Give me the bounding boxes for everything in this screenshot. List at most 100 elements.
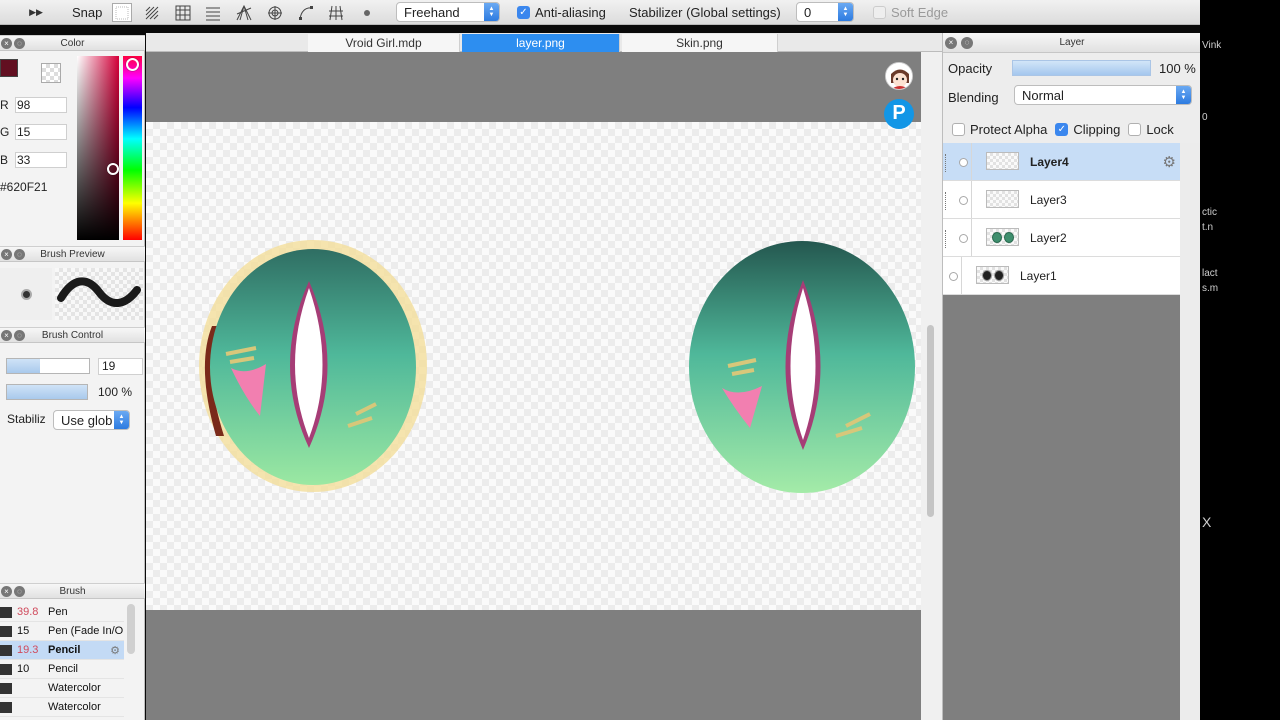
hue-slider-handle[interactable]	[126, 58, 139, 71]
red-label: R	[0, 98, 9, 112]
tab-vroid-girl[interactable]: Vroid Girl.mdp	[308, 34, 460, 52]
brush-item[interactable]: Watercolor	[0, 679, 124, 698]
close-icon[interactable]: ×	[1, 249, 12, 260]
layer-row-layer4[interactable]: Layer4 ⚙	[943, 143, 1180, 181]
snap-curve-button[interactable]	[296, 3, 316, 22]
layer-opacity-slider[interactable]	[1012, 60, 1151, 76]
snap-concentric-button[interactable]	[265, 3, 285, 22]
3d-grid-icon	[329, 5, 343, 20]
visibility-toggle[interactable]	[959, 234, 968, 243]
layer-row-layer1[interactable]: Layer1	[943, 257, 1180, 295]
brush-swatch-icon	[0, 644, 12, 656]
brush-stabilizer-value: Use glob	[61, 412, 113, 428]
brush-size-input[interactable]: 19	[98, 358, 143, 375]
snap-parallel-button[interactable]	[142, 3, 162, 22]
protect-alpha-checkbox[interactable]: Protect Alpha	[952, 122, 1047, 137]
layer-flags: Protect Alpha ✓ Clipping Lock	[952, 122, 1182, 137]
snap-3d-button[interactable]	[326, 3, 346, 22]
brush-name: Pencil	[48, 663, 78, 675]
snap-label: Snap	[72, 5, 103, 20]
brush-size: 39.8	[17, 606, 39, 618]
brush-dot-icon	[20, 288, 32, 300]
stabilizer-text: Stabilizer (Global settings)	[629, 5, 781, 20]
lock-label: Lock	[1146, 122, 1174, 137]
layer-row-layer3[interactable]: Layer3	[943, 181, 1180, 219]
play-icon[interactable]: ▶▶	[28, 0, 44, 25]
close-icon[interactable]: ×	[1, 586, 12, 597]
tab-skin-png[interactable]: Skin.png	[622, 34, 778, 52]
foreground-color-swatch[interactable]	[0, 59, 18, 77]
brush-tip-preview	[0, 268, 52, 320]
clipping-checkbox[interactable]: ✓ Clipping	[1055, 122, 1120, 137]
stabilizer-select[interactable]: 0 ▲ ▼	[796, 2, 854, 22]
eye-drawing-left	[199, 240, 427, 492]
color-picker-handle[interactable]	[107, 163, 119, 175]
grid-icon	[175, 5, 191, 20]
check-icon: ✓	[517, 6, 530, 19]
strip-text: s.m	[1202, 283, 1219, 294]
snap-setting-button[interactable]	[357, 3, 377, 22]
layer-thumbnail	[986, 190, 1019, 208]
canvas-vertical-scrollbar[interactable]	[927, 325, 934, 517]
brush-swatch-icon	[0, 701, 12, 713]
brush-list-scrollbar[interactable]	[127, 604, 135, 654]
blue-input[interactable]: 33	[15, 152, 67, 168]
green-label: G	[0, 125, 10, 139]
green-input[interactable]: 15	[15, 124, 67, 140]
layer-name: Layer2	[1030, 231, 1067, 245]
green-row: G 15	[0, 124, 67, 140]
brush-item[interactable]: 39.8 Pen	[0, 603, 124, 622]
close-icon[interactable]: ×	[1, 38, 12, 49]
visibility-toggle[interactable]	[959, 158, 968, 167]
brush-size-slider[interactable]	[6, 358, 90, 374]
collapse-icon[interactable]: ◌	[14, 249, 25, 260]
brush-item[interactable]: Watercolor	[0, 698, 124, 717]
stroke-mode-select[interactable]: Freehand ▲ ▼	[396, 2, 500, 22]
background-window-strip: Vink 0 ctic t.n lact s.m X	[1200, 0, 1280, 720]
soft-edge-label: Soft Edge	[891, 5, 949, 20]
visibility-toggle[interactable]	[959, 196, 968, 205]
lock-checkbox[interactable]: Lock	[1128, 122, 1174, 137]
brush-item[interactable]: 15 Pen (Fade In/O	[0, 622, 124, 641]
brush-name: Watercolor	[48, 701, 101, 713]
snap-horizontal-button[interactable]	[203, 3, 223, 22]
visibility-toggle[interactable]	[949, 272, 958, 281]
snap-perspective-button[interactable]	[234, 3, 254, 22]
brush-item[interactable]: 19.3 Pencil ⚙	[0, 641, 124, 660]
tab-layer-png[interactable]: layer.png	[462, 34, 620, 52]
clipping-indicator	[945, 192, 955, 210]
snap-grid-button[interactable]	[173, 3, 193, 22]
collapse-icon[interactable]: ◌	[14, 586, 25, 597]
close-icon[interactable]: ×	[945, 37, 957, 49]
background-color-swatch[interactable]	[41, 63, 61, 83]
blending-select[interactable]: Normal ▲ ▼	[1014, 85, 1192, 105]
layer-scroll-rail	[1180, 143, 1201, 720]
hex-value[interactable]: #620F21	[0, 180, 47, 194]
red-input[interactable]: 98	[15, 97, 67, 113]
collapse-icon[interactable]: ◌	[14, 330, 25, 341]
clipping-label: Clipping	[1073, 122, 1121, 137]
anti-aliasing-checkbox[interactable]: ✓ Anti-aliasing	[517, 0, 606, 25]
collapse-icon[interactable]: ◌	[14, 38, 25, 49]
hue-slider[interactable]	[123, 56, 142, 240]
brush-item[interactable]: 10 Pencil	[0, 660, 124, 679]
stabilizer-label: Stabilizer (Global settings)	[629, 0, 781, 25]
brush-opacity-slider[interactable]	[6, 384, 88, 400]
strip-text: Vink	[1202, 40, 1222, 51]
saturation-value-picker[interactable]	[77, 56, 119, 240]
layer-name: Layer4	[1030, 155, 1069, 169]
brush-control-header: × ◌ Brush Control	[0, 327, 145, 343]
gear-icon[interactable]: ⚙	[110, 644, 120, 657]
collapse-icon[interactable]: ◌	[961, 37, 973, 49]
user-avatar[interactable]	[885, 62, 913, 90]
pixiv-icon[interactable]: P	[884, 99, 914, 129]
close-icon[interactable]: ×	[1, 330, 12, 341]
soft-edge-checkbox[interactable]: Soft Edge	[873, 0, 948, 25]
brush-size: 15	[17, 625, 30, 637]
color-panel-header: × ◌ Color	[0, 35, 145, 51]
brush-stabilizer-select[interactable]: Use glob ▲ ▼	[53, 410, 130, 430]
snap-off-button[interactable]	[112, 3, 132, 22]
layer-row-layer2[interactable]: Layer2	[943, 219, 1180, 257]
brush-opacity-fill	[7, 385, 87, 399]
gear-icon[interactable]: ⚙	[1163, 153, 1176, 171]
